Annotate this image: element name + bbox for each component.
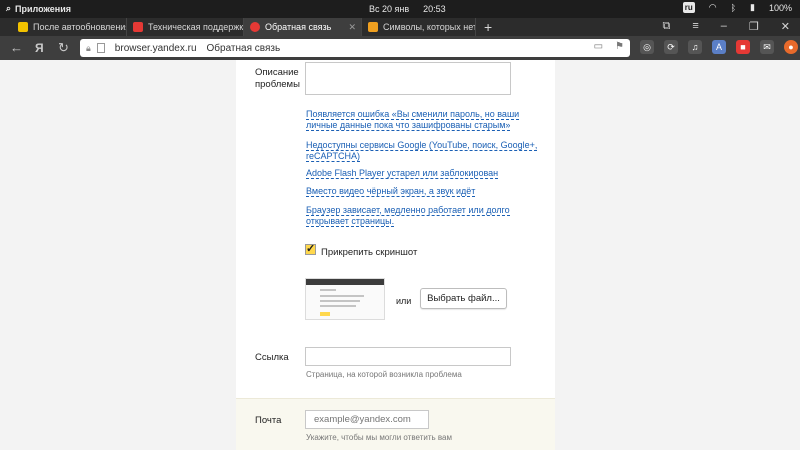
extension-translate-icon[interactable]: A (712, 40, 726, 54)
extension-music-icon[interactable]: ♫ (688, 40, 702, 54)
tabs-overview-icon[interactable]: ⧉ (663, 20, 671, 33)
description-textarea[interactable] (305, 62, 511, 95)
battery-percent: 100% (768, 2, 792, 13)
page-content: Описание проблемы Появляется ошибка «Вы … (0, 60, 800, 450)
bluetooth-icon[interactable]: ᛒ (731, 3, 736, 13)
yandex-icon (250, 22, 260, 32)
clock[interactable]: Вс 20 янв 20:53 (369, 4, 446, 14)
reader-mode-icon[interactable]: ▭ (594, 41, 603, 52)
tab-after-autoupdate[interactable]: После автообновления (12, 18, 127, 36)
description-label: Описание проблемы (255, 67, 300, 90)
system-top-bar: ⌕ Приложения Вс 20 янв 20:53 ru ◠ ᛒ ▮ 10… (0, 0, 800, 18)
link-label: Ссылка (255, 352, 289, 363)
email-label: Почта (255, 415, 282, 426)
applications-label: Приложения (15, 3, 72, 14)
or-label: или (396, 296, 412, 306)
tab-feedback[interactable]: Обратная связь ✕ (244, 18, 362, 36)
pencil-icon (368, 22, 378, 32)
email-input[interactable] (305, 410, 429, 429)
suggestion-black-video[interactable]: Вместо видео чёрный экран, а звук идёт (306, 186, 546, 197)
menu-icon[interactable]: ≡ (692, 20, 698, 33)
time-text: 20:53 (423, 4, 446, 14)
tab-missing-symbols[interactable]: Символы, которых нет (362, 18, 476, 36)
keyboard-layout-indicator[interactable]: ru (682, 2, 695, 13)
extension-mail-icon[interactable]: ✉ (760, 40, 774, 54)
tab-title: Обратная связь (265, 22, 332, 32)
applications-menu[interactable]: ⌕ Приложения (6, 3, 71, 14)
browser-tab-bar: После автообновления Техническая поддерж… (0, 18, 800, 36)
lock-icon[interactable]: 🔒︎ (86, 43, 91, 54)
email-hint: Укажите, чтобы мы могли ответить вам (306, 433, 452, 442)
suggestion-text: Появляется ошибка «Вы сменили пароль, но… (306, 109, 520, 131)
suggestion-text: Вместо видео чёрный экран, а звук идёт (306, 186, 476, 197)
page-icon (96, 43, 105, 53)
suggestion-password-error[interactable]: Появляется ошибка «Вы сменили пароль, но… (306, 109, 546, 131)
attach-screenshot-checkbox[interactable]: ✓ (305, 244, 316, 255)
tab-title: После автообновления (33, 22, 126, 32)
tab-tech-support[interactable]: Техническая поддержка (127, 18, 244, 36)
suggestion-flash-player[interactable]: Adobe Flash Player устарел или заблокиро… (306, 168, 546, 179)
close-tab-icon[interactable]: ✕ (348, 22, 356, 33)
suggestion-text: Adobe Flash Player устарел или заблокиро… (306, 168, 499, 179)
restore-icon[interactable]: ❐ (749, 20, 759, 33)
search-icon: ⌕ (6, 3, 12, 13)
link-input[interactable] (305, 347, 511, 366)
extension-alice-icon[interactable]: ◎ (640, 40, 654, 54)
extension-refresh-icon[interactable]: ⟳ (664, 40, 678, 54)
new-tab-plus-icon[interactable]: + (484, 19, 492, 35)
url-page-title: Обратная связь (206, 42, 281, 54)
wifi-icon[interactable]: ◠ (709, 2, 717, 13)
extension-pdf-icon[interactable]: ■ (736, 40, 750, 54)
url-host: browser.yandex.ru (114, 42, 197, 54)
suggestion-browser-hangs[interactable]: Браузер зависает, медленно работает или … (306, 205, 546, 227)
yandex-logo-icon[interactable]: Я (35, 41, 44, 55)
close-window-icon[interactable]: ✕ (781, 20, 790, 33)
reload-icon[interactable]: ↻ (58, 40, 69, 56)
suggestion-text: Браузер зависает, медленно работает или … (306, 205, 510, 227)
battery-icon[interactable]: ▮ (750, 2, 755, 13)
right-gutter (555, 60, 800, 450)
screenshot-thumbnail (305, 278, 385, 320)
suggestion-google-services[interactable]: Недоступны сервисы Google (YouTube, поис… (306, 140, 546, 162)
back-arrow-icon[interactable]: ← (10, 40, 23, 55)
navigation-bar: ← Я ↻ 🔒︎ browser.yandex.ru Обратная связ… (0, 36, 800, 60)
attach-screenshot-label: Прикрепить скриншот (321, 247, 418, 258)
tab-title: Техническая поддержка (148, 22, 243, 32)
extension-profile-icon[interactable]: ● (784, 40, 798, 54)
suggestion-text: Недоступны сервисы Google (YouTube, поис… (306, 140, 538, 162)
lightbulb-icon (18, 22, 28, 32)
minimize-icon[interactable]: – (721, 20, 727, 33)
address-bar[interactable]: 🔒︎ browser.yandex.ru Обратная связь ▭ ⚑ (80, 39, 630, 57)
date-text: Вс 20 янв (369, 4, 410, 14)
yandex-support-icon (133, 22, 143, 32)
bookmark-icon[interactable]: ⚑ (615, 41, 624, 52)
link-hint: Страница, на которой возникла проблема (306, 370, 462, 379)
left-gutter (0, 60, 236, 450)
tab-title: Символы, которых нет (383, 22, 475, 32)
choose-file-button[interactable]: Выбрать файл... (420, 288, 507, 309)
